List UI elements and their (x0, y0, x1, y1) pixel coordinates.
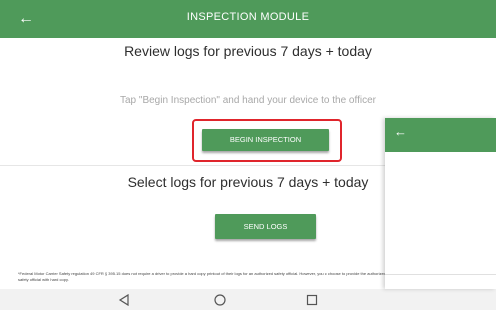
app-header: ← INSPECTION MODULE (0, 0, 496, 38)
header-title: INSPECTION MODULE (186, 11, 310, 23)
square-recents-icon[interactable] (304, 292, 320, 308)
overlay-divider (385, 274, 496, 275)
begin-inspection-button[interactable]: BEGIN INSPECTION (202, 129, 329, 151)
triangle-back-icon[interactable] (116, 292, 132, 308)
section-divider (0, 165, 385, 166)
android-nav-bar (0, 289, 496, 310)
overlay-screen-panel: ← (385, 118, 496, 289)
send-logs-button[interactable]: SEND LOGS (215, 214, 316, 239)
begin-inspection-hint: Tap "Begin Inspection" and hand your dev… (120, 95, 376, 106)
review-logs-heading: Review logs for previous 7 days + today (124, 43, 372, 59)
regulation-footnote: *Federal Motor Carrier Safety regulation… (18, 271, 386, 282)
circle-home-icon[interactable] (212, 292, 228, 308)
overlay-header: ← (385, 118, 496, 152)
overlay-back-arrow-icon[interactable]: ← (394, 124, 407, 139)
